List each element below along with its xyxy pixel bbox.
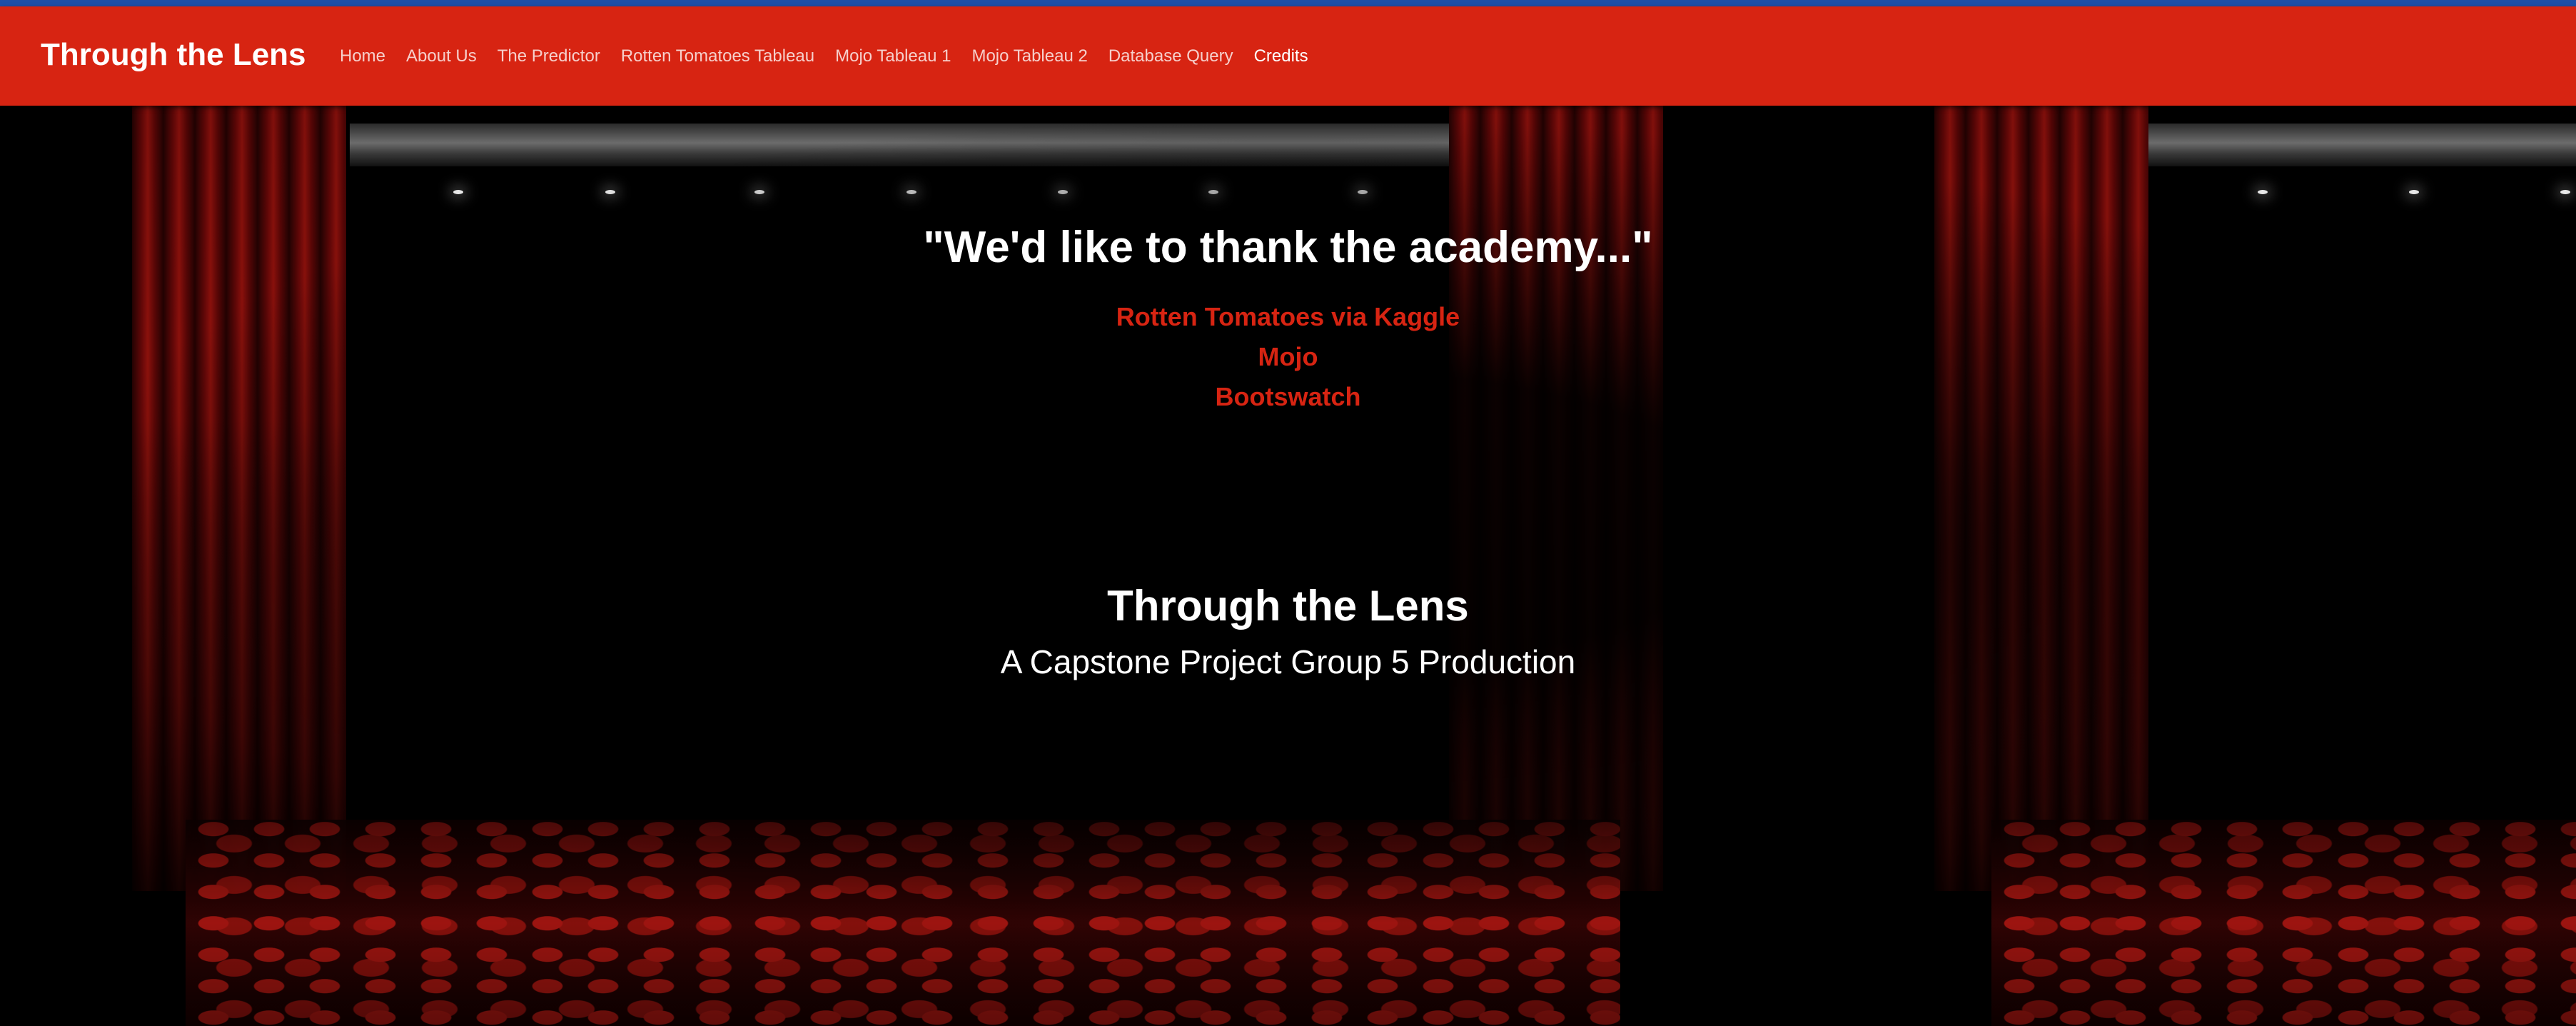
nav-link-rotten-tomatoes-tableau[interactable]: Rotten Tomatoes Tableau <box>621 46 814 66</box>
credit-link-rotten-tomatoes-kaggle[interactable]: Rotten Tomatoes via Kaggle <box>0 297 2576 337</box>
nav-link-database-query[interactable]: Database Query <box>1108 46 1233 66</box>
nav-link-mojo-tableau-2[interactable]: Mojo Tableau 2 <box>971 46 1087 66</box>
top-accent-line <box>0 0 2576 6</box>
nav-link-predictor[interactable]: The Predictor <box>497 46 600 66</box>
navbar-brand[interactable]: Through the Lens <box>41 37 306 72</box>
navbar: Through the Lens Home About Us The Predi… <box>0 6 2576 106</box>
project-subtitle: A Capstone Project Group 5 Production <box>1000 643 1576 680</box>
credits-heading: "We'd like to thank the academy..." <box>923 223 1653 272</box>
credit-link-mojo[interactable]: Mojo <box>0 337 2576 377</box>
project-title: Through the Lens <box>1107 582 1469 630</box>
credit-sources-list: Rotten Tomatoes via Kaggle Mojo Bootswat… <box>0 297 2576 417</box>
nav-link-mojo-tableau-1[interactable]: Mojo Tableau 1 <box>835 46 951 66</box>
nav-links: Home About Us The Predictor Rotten Tomat… <box>340 46 1329 67</box>
credit-link-bootswatch[interactable]: Bootswatch <box>0 377 2576 417</box>
nav-link-home[interactable]: Home <box>340 46 385 66</box>
nav-link-about-us[interactable]: About Us <box>406 46 477 66</box>
nav-link-credits[interactable]: Credits <box>1254 46 1308 66</box>
